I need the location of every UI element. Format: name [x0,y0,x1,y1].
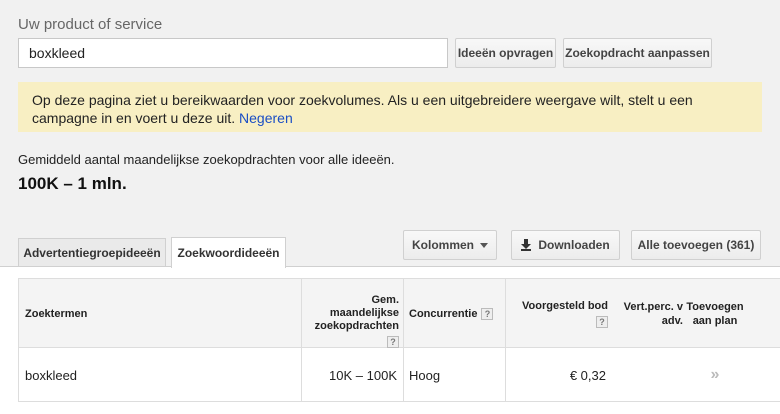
add-to-plan-icon[interactable]: » [689,348,741,402]
cell-search-term: boxkleed [25,367,78,383]
caret-down-icon [480,242,488,248]
header-add-label: Toevoegen aan plan [686,300,744,327]
col-divider [403,348,404,402]
cell-competition: Hoog [409,367,441,383]
add-all-button[interactable]: Alle toevoegen (361) [631,230,761,260]
header-volume-line2: maandelijkse [329,307,399,319]
col-divider [505,348,506,402]
product-label: Uw product of service [18,16,163,33]
header-bid-label: Voorgesteld bod [522,299,608,312]
cell-volume: 10K – 100K [329,367,397,383]
header-share-line1: Vert.perc. v [623,300,683,313]
header-add-to-plan: Toevoegen aan plan [686,279,744,348]
keyword-table: Zoektermen Gem. maandelijkse zoekopdrach… [18,278,780,402]
help-icon[interactable]: ? [481,307,494,320]
average-searches-label: Gemiddeld aantal maandelijkse zoekopdrac… [18,152,395,167]
adjust-search-button[interactable]: Zoekopdracht aanpassen [563,38,712,68]
table-header: Zoektermen Gem. maandelijkse zoekopdrach… [19,279,780,348]
header-avg-monthly-searches[interactable]: Gem. maandelijkse zoekopdrachten ? [301,279,399,348]
header-ad-impression-share[interactable]: Vert.perc. v adv. [617,279,683,348]
header-competition[interactable]: Concurrentie ? [409,279,507,348]
results-panel: Zoektermen Gem. maandelijkse zoekopdrach… [0,266,780,414]
columns-label: Kolommen [411,238,474,252]
col-divider [505,279,506,348]
dismiss-link[interactable]: Negeren [239,110,293,126]
tab-keyword-ideas[interactable]: Zoekwoordideeën [171,237,286,268]
download-icon [521,239,532,251]
columns-button[interactable]: Kolommen [403,230,497,260]
table-row: boxkleed 10K – 100K Hoog € 0,32 » [19,348,780,402]
cell-bid: € 0,32 [569,367,606,383]
help-icon[interactable]: ? [387,336,399,348]
download-button[interactable]: Downloaden [511,230,620,260]
header-volume-line1: Gem. [371,294,399,306]
header-volume-line3: zoekopdrachten [314,320,399,332]
download-label: Downloaden [538,238,610,252]
col-divider [403,279,404,348]
header-search-terms[interactable]: Zoektermen [25,279,87,348]
get-ideas-button[interactable]: Ideeën opvragen [455,38,556,68]
search-input[interactable] [18,38,448,68]
notice-banner: Op deze pagina ziet u bereikwaarden voor… [18,82,762,132]
help-icon[interactable]: ? [596,315,608,328]
average-searches-value: 100K – 1 mln. [18,174,127,193]
header-share-line2: adv. [661,314,683,327]
header-competition-label: Concurrentie [409,307,478,320]
notice-text: Op deze pagina ziet u bereikwaarden voor… [32,92,693,126]
tab-ad-group-ideas[interactable]: Advertentiegroepideeën [18,238,166,266]
header-suggested-bid[interactable]: Voorgesteld bod ? [510,279,608,348]
